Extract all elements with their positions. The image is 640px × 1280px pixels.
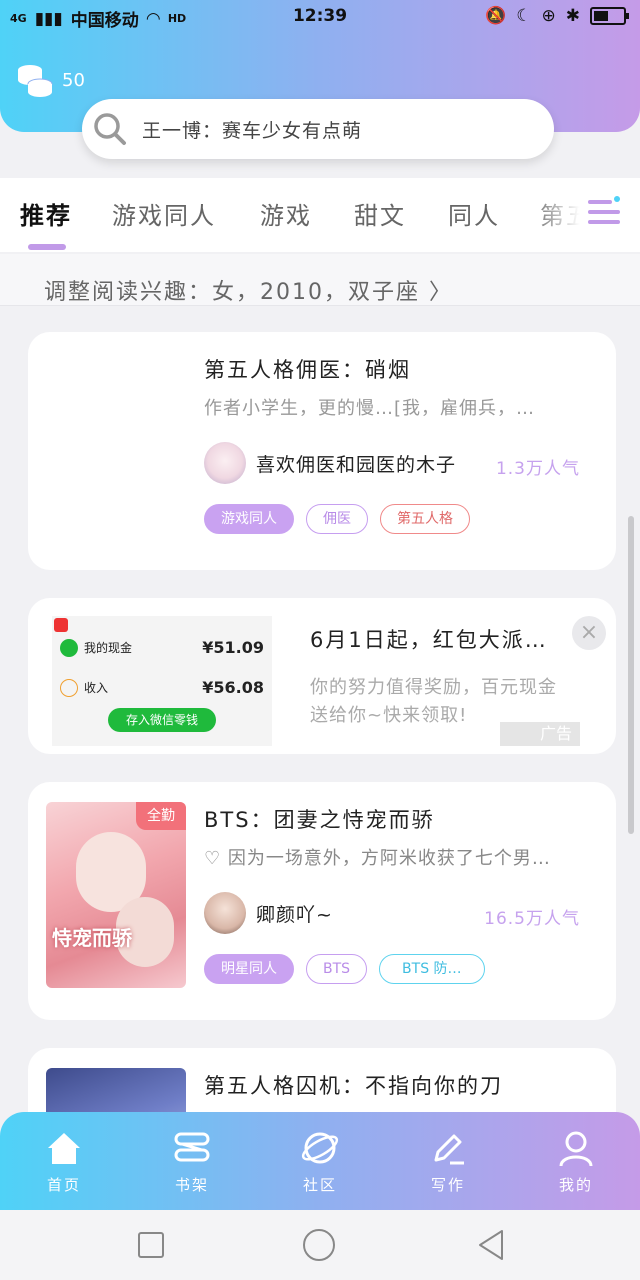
author-name: 卿颜吖~	[256, 903, 333, 926]
popularity: 1.3万人气	[495, 459, 580, 479]
popularity: 16.5万人气	[484, 909, 580, 929]
nav-label: 我的	[558, 1176, 593, 1194]
category-menu-icon[interactable]	[586, 194, 622, 230]
book-card[interactable]: 恃宠而骄 全勤 BTS：团妻之恃宠而骄 ♡ 因为一场意外，方阿米收获了七个男… …	[28, 782, 616, 1020]
ad-image-button: 存入微信零钱	[108, 708, 216, 732]
tab-game[interactable]: 游戏	[260, 196, 312, 231]
author-name: 喜欢佣医和园医的木子	[256, 453, 457, 476]
nav-profile[interactable]: 我的	[512, 1112, 640, 1210]
coin-stack-icon	[18, 65, 53, 97]
lock-rotation-icon: ⊕	[541, 6, 556, 26]
tab-fade	[530, 178, 640, 252]
ad-row-income: 收入 ¥56.08	[60, 678, 264, 697]
reading-interest-bar[interactable]: 调整阅读兴趣：女，2010，双子座 〉	[0, 254, 640, 306]
tag[interactable]: 佣医	[306, 504, 368, 534]
coin-count: 50	[62, 69, 85, 91]
full-attendance-badge: 全勤	[136, 802, 186, 830]
ad-title: 6月1日起，红包大派…	[310, 628, 548, 652]
coin-balance[interactable]: 50	[16, 62, 85, 98]
ad-close-button[interactable]: ×	[572, 616, 606, 650]
ad-row-label: 我的现金	[84, 641, 133, 655]
nav-home[interactable]: 首页	[0, 1112, 128, 1210]
ad-row-cash: 我的现金 ¥51.09	[60, 638, 264, 657]
ad-label: 广告	[500, 722, 580, 746]
search-placeholder: 王一博：赛车少女有点萌	[142, 119, 363, 142]
nav-label: 社区	[302, 1176, 337, 1194]
ad-row-label: 收入	[84, 681, 109, 695]
pen-icon	[434, 1134, 464, 1165]
wechat-icon	[60, 638, 78, 657]
nav-write[interactable]: 写作	[384, 1112, 512, 1210]
battery-icon	[590, 7, 629, 25]
tab-sweet[interactable]: 甜文	[354, 196, 406, 231]
bottom-navigation: 首页 书架 社区 写作 我的	[0, 1112, 640, 1210]
author-avatar	[204, 892, 246, 934]
home-icon	[48, 1133, 80, 1164]
nav-community[interactable]: 社区	[256, 1112, 384, 1210]
category-tabs: 推荐 游戏同人 游戏 甜文 同人 第五	[0, 178, 640, 252]
book-author[interactable]: 卿颜吖~	[204, 892, 333, 934]
tab-recommend[interactable]: 推荐	[20, 196, 72, 231]
search-bar[interactable]: 王一博：赛车少女有点萌	[82, 99, 554, 159]
nav-bookshelf[interactable]: 书架	[128, 1112, 256, 1210]
yen-icon	[60, 678, 78, 697]
book-description: 作者小学生，更的慢…[我，雇佣兵，…	[204, 398, 536, 419]
mute-icon: 🔕	[485, 6, 507, 26]
tag-list: 游戏同人 佣医 第五人格	[204, 504, 470, 534]
planet-icon	[301, 1132, 339, 1164]
ad-card[interactable]: 我的现金 ¥51.09 收入 ¥56.08 存入微信零钱 6月1日起，红包大派……	[28, 598, 616, 754]
recents-icon[interactable]	[136, 1230, 166, 1260]
tag[interactable]: 明星同人	[204, 954, 294, 984]
bluetooth-icon: ✱	[565, 6, 580, 26]
system-navigation-bar	[0, 1210, 640, 1280]
book-title: 第五人格佣医：硝烟	[204, 358, 411, 382]
book-title: BTS：团妻之恃宠而骄	[204, 808, 435, 832]
ad-image: 我的现金 ¥51.09 收入 ¥56.08 存入微信零钱	[52, 616, 272, 746]
nav-label: 书架	[174, 1176, 209, 1194]
tag[interactable]: BTS	[306, 954, 368, 984]
active-tab-indicator	[28, 244, 66, 250]
reading-interest-text: 调整阅读兴趣：女，2010，双子座 〉	[44, 280, 453, 305]
book-title: 第五人格囚机：不指向你的刀	[204, 1074, 503, 1098]
tag[interactable]: 游戏同人	[204, 504, 294, 534]
book-cover: 恃宠而骄 全勤	[46, 802, 186, 988]
status-bar: 4G ▮▮▮ 中国移动 ◠ HD 12:39 🔕 ☾ ⊕ ✱	[0, 0, 640, 34]
user-icon	[559, 1131, 593, 1167]
nav-label: 写作	[430, 1176, 465, 1194]
tab-fanfic[interactable]: 同人	[448, 196, 500, 231]
nav-label: 首页	[46, 1176, 81, 1194]
cover-title: 恃宠而骄	[52, 926, 132, 950]
home-button-icon[interactable]	[302, 1228, 336, 1262]
book-description: ♡ 因为一场意外，方阿米收获了七个男…	[204, 848, 551, 869]
tag[interactable]: 第五人格	[380, 504, 470, 534]
tab-game-fanfic[interactable]: 游戏同人	[112, 196, 216, 231]
moon-icon: ☾	[516, 6, 532, 26]
back-icon[interactable]	[476, 1228, 506, 1262]
ad-app-logo	[54, 618, 68, 632]
author-avatar	[204, 442, 246, 484]
ad-row-amount: ¥51.09	[202, 638, 264, 657]
book-card[interactable]: 第五人格佣医：硝烟 作者小学生，更的慢…[我，雇佣兵，… 喜欢佣医和园医的木子 …	[28, 332, 616, 570]
tag-list: 明星同人 BTS BTS 防…	[204, 954, 485, 984]
ad-row-amount: ¥56.08	[202, 678, 264, 697]
scrollbar[interactable]	[628, 516, 634, 834]
search-icon	[94, 113, 126, 145]
bookshelf-icon	[174, 1132, 210, 1162]
tag[interactable]: BTS 防…	[379, 954, 485, 984]
book-author[interactable]: 喜欢佣医和园医的木子	[204, 442, 456, 484]
